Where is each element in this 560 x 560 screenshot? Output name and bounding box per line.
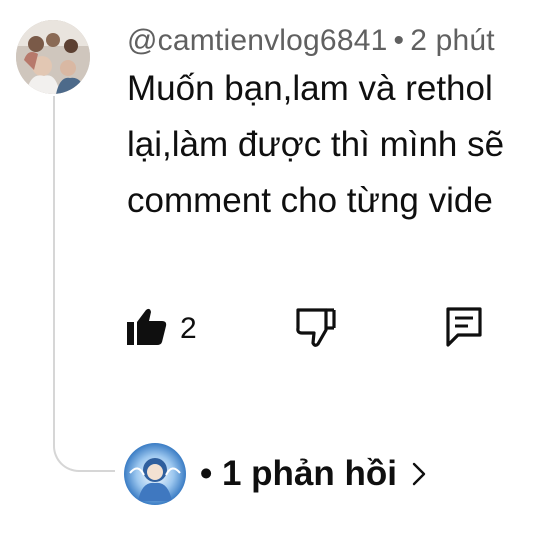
reply-author-avatar — [124, 443, 186, 505]
comment-line: comment cho từng vide — [127, 181, 493, 220]
meta-separator: • — [393, 24, 405, 57]
dislike-button[interactable] — [294, 306, 338, 352]
comment-line: lại,làm được thì mình sẽ — [127, 125, 505, 164]
author-handle[interactable]: @camtienvlog6841 — [127, 24, 387, 57]
comment-meta: @camtienvlog6841 • 2 phút — [127, 24, 495, 58]
view-replies-button[interactable]: • 1 phản hồi — [124, 443, 427, 505]
comment-timestamp: 2 phút — [410, 24, 495, 57]
reply-button[interactable] — [444, 306, 484, 352]
chevron-right-icon — [411, 461, 427, 487]
comment-reply-icon — [444, 305, 484, 354]
like-button[interactable]: 2 — [124, 306, 197, 352]
comment-thread: @camtienvlog6841 • 2 phút Muốn bạn,lam và … — [0, 0, 560, 560]
replies-count-label: • 1 phản hồi — [200, 454, 397, 493]
thumbs-down-outline-icon — [294, 306, 338, 353]
like-count: 2 — [180, 312, 197, 345]
commenter-avatar[interactable] — [16, 20, 90, 94]
thread-connector-line — [53, 96, 115, 472]
comment-line: Muốn bạn,lam và rethol — [127, 69, 493, 108]
thumbs-up-filled-icon — [124, 307, 168, 352]
comment-body: Muốn bạn,lam và rethol lại,làm được thì … — [127, 61, 560, 229]
